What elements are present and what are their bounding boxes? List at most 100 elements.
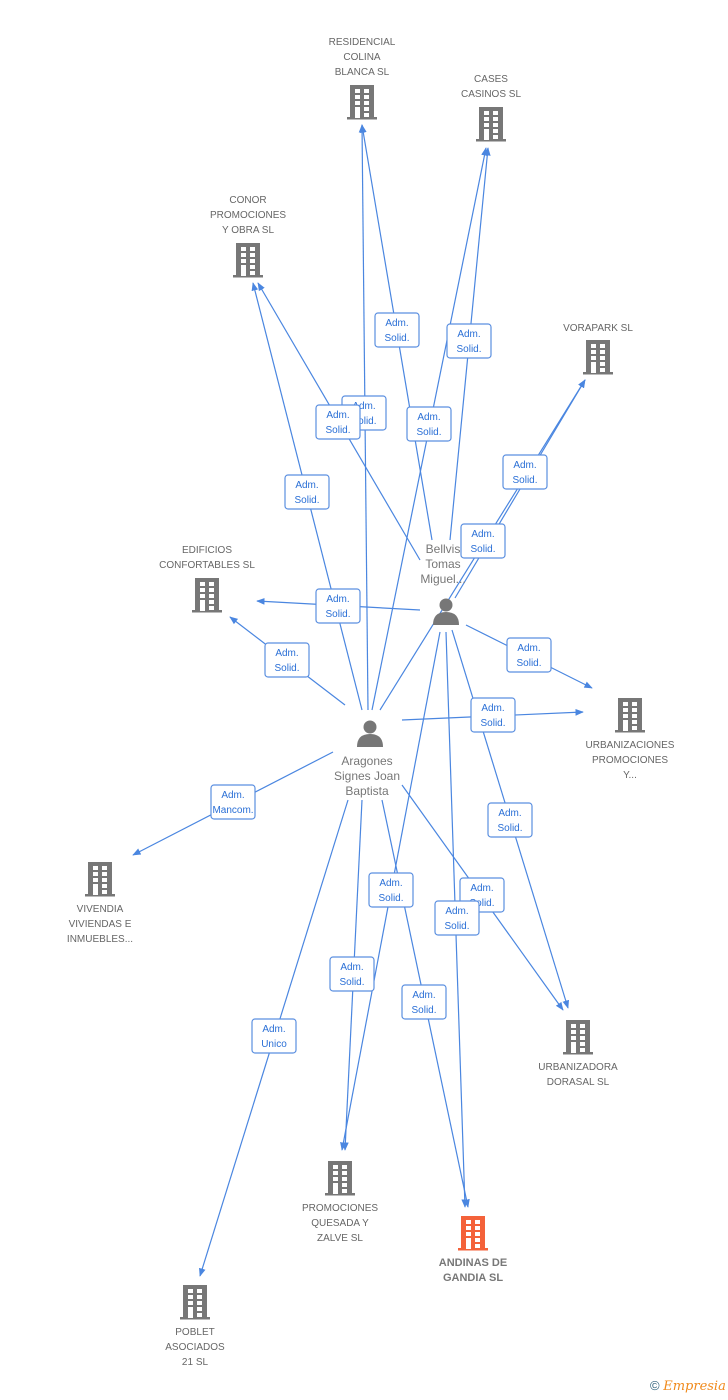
role-label[interactable]: Adm. Solid.: [284, 474, 330, 510]
company-node-vorapark[interactable]: VORAPARK SL: [563, 323, 633, 375]
building-icon: [476, 107, 506, 142]
role-text: Solid.: [325, 425, 350, 436]
role-text: Solid.: [416, 427, 441, 438]
role-label[interactable]: Adm. Solid.: [329, 956, 375, 992]
company-node-poblet[interactable]: POBLET ASOCIADOS 21 SL: [165, 1285, 225, 1368]
building-icon: [233, 243, 263, 278]
role-text: Adm.: [412, 990, 435, 1001]
building-icon: [85, 862, 115, 897]
company-label: Y OBRA SL: [222, 225, 275, 236]
company-node-vivendia[interactable]: VIVENDIA VIVIENDAS E INMUEBLES...: [67, 862, 133, 945]
company-label: VORAPARK SL: [563, 323, 633, 334]
role-text: Solid.: [294, 495, 319, 506]
role-text: Solid.: [384, 333, 409, 344]
role-label[interactable]: Adm. Mancom.: [210, 784, 256, 820]
company-node-cases[interactable]: CASES CASINOS SL: [461, 74, 521, 142]
role-text: Solid.: [470, 544, 495, 555]
role-label[interactable]: Adm. Solid.: [460, 523, 506, 559]
company-node-urbanizadora[interactable]: URBANIZADORA DORASAL SL: [538, 1020, 618, 1088]
company-label: EDIFICIOS: [182, 545, 232, 556]
building-icon: [458, 1216, 488, 1251]
person-node-bellvis[interactable]: BellvisTomasMiguel...: [420, 542, 466, 625]
role-text: Adm.: [326, 410, 349, 421]
role-label[interactable]: Adm. Solid.: [506, 637, 552, 673]
company-label: CONFORTABLES SL: [159, 560, 255, 571]
person-node-aragones[interactable]: AragonesSignes JoanBaptista: [334, 720, 400, 799]
company-label: ANDINAS DE: [439, 1257, 507, 1269]
building-icon: [347, 85, 377, 120]
company-label: CONOR: [229, 195, 266, 206]
company-label: VIVIENDAS E: [69, 919, 132, 930]
company-node-urbanizaciones[interactable]: URBANIZACIONES PROMOCIONES Y...: [586, 698, 675, 781]
role-label[interactable]: Adm. Solid.: [502, 454, 548, 490]
role-label[interactable]: Adm. Solid.: [315, 588, 361, 624]
role-text: Adm.: [513, 460, 536, 471]
role-label[interactable]: Adm. Solid.: [368, 872, 414, 908]
role-text: Solid.: [274, 663, 299, 674]
role-label[interactable]: Adm. Solid.: [470, 697, 516, 733]
role-text: Adm.: [445, 906, 468, 917]
role-text: Adm.: [340, 962, 363, 973]
role-label[interactable]: Adm. Solid.: [434, 900, 480, 936]
role-label[interactable]: Adm. Solid.: [487, 802, 533, 838]
role-label[interactable]: Adm. Solid.: [401, 984, 447, 1020]
person-label: Baptista: [345, 784, 389, 798]
role-text: Adm.: [517, 643, 540, 654]
role-text: Solid.: [378, 893, 403, 904]
company-label: DORASAL SL: [547, 1077, 610, 1088]
person-label: Bellvis: [426, 542, 461, 556]
company-node-quesada[interactable]: PROMOCIONES QUESADA Y ZALVE SL: [302, 1161, 378, 1244]
copyright-symbol: ©: [650, 1378, 660, 1393]
person-label: Signes Joan: [334, 769, 400, 783]
person-label: Tomas: [425, 557, 460, 571]
company-node-residencial[interactable]: RESIDENCIAL COLINA BLANCA SL: [329, 37, 396, 120]
person-label: Aragones: [341, 754, 392, 768]
role-text: Adm.: [221, 790, 244, 801]
role-text: Adm.: [470, 883, 493, 894]
company-label: BLANCA SL: [335, 67, 390, 78]
role-text: Adm.: [471, 529, 494, 540]
role-label[interactable]: Adm. Solid.: [406, 406, 452, 442]
company-label: POBLET: [175, 1327, 214, 1338]
company-label: GANDIA SL: [443, 1272, 503, 1284]
copyright-footer: © Empresia: [650, 1378, 726, 1394]
company-label: PROMOCIONES: [592, 755, 668, 766]
role-text: Mancom.: [212, 805, 253, 816]
role-label[interactable]: Adm. Solid.: [264, 642, 310, 678]
company-label: VIVENDIA: [77, 904, 124, 915]
building-icon: [192, 578, 222, 613]
person-icon: [433, 598, 459, 625]
role-text: Solid.: [497, 823, 522, 834]
company-node-andinas[interactable]: ANDINAS DE GANDIA SL: [439, 1216, 507, 1284]
company-label: 21 SL: [182, 1357, 209, 1368]
company-label: CASINOS SL: [461, 89, 521, 100]
person-label: Miguel...: [420, 572, 465, 586]
company-label: URBANIZADORA: [538, 1062, 618, 1073]
role-label[interactable]: Adm. Solid.: [315, 404, 361, 440]
company-label: Y...: [623, 770, 637, 781]
company-node-edificios[interactable]: EDIFICIOS CONFORTABLES SL: [159, 545, 255, 613]
role-label[interactable]: Adm. Solid.: [446, 323, 492, 359]
person-icon: [357, 720, 383, 747]
role-label[interactable]: Adm. Solid.: [374, 312, 420, 348]
role-text: Adm.: [275, 648, 298, 659]
company-label: ZALVE SL: [317, 1233, 363, 1244]
building-icon: [180, 1285, 210, 1320]
company-label: INMUEBLES...: [67, 934, 133, 945]
network-diagram: Adm. Solid. Adm. Solid. Adm. Solid. Adm. Solid.…: [67, 37, 675, 1368]
role-text: Solid.: [411, 1005, 436, 1016]
role-text: Adm.: [481, 703, 504, 714]
role-text: Adm.: [498, 808, 521, 819]
role-text: Adm.: [457, 329, 480, 340]
role-label[interactable]: Adm. Unico: [251, 1018, 297, 1054]
role-text: Solid.: [512, 475, 537, 486]
role-text: Adm.: [295, 480, 318, 491]
building-icon: [325, 1161, 355, 1196]
company-label: RESIDENCIAL: [329, 37, 396, 48]
role-text: Adm.: [417, 412, 440, 423]
role-text: Solid.: [339, 977, 364, 988]
role-text: Solid.: [444, 921, 469, 932]
building-icon: [615, 698, 645, 733]
company-node-conor[interactable]: CONOR PROMOCIONES Y OBRA SL: [210, 195, 286, 278]
company-label: PROMOCIONES: [302, 1203, 378, 1214]
